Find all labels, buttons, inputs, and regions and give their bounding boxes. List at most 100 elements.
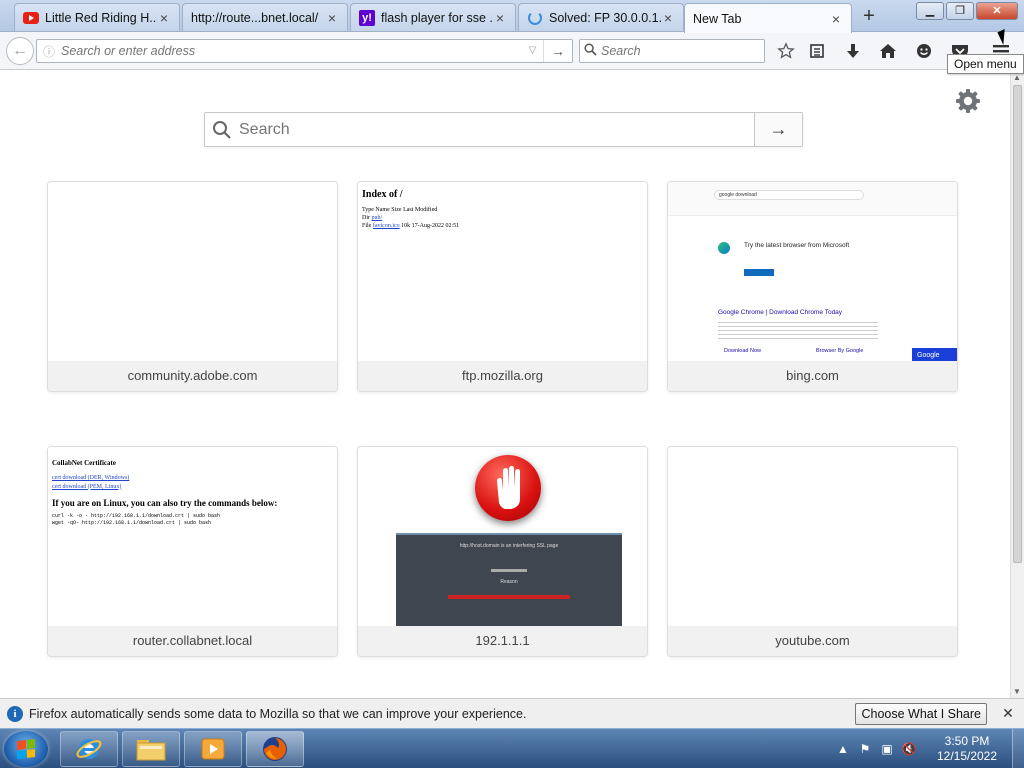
- url-bar[interactable]: ⓘ ▽ →: [36, 39, 573, 63]
- thumb-link: Download Now: [724, 348, 761, 354]
- downloads-icon[interactable]: [842, 40, 864, 62]
- gear-icon[interactable]: [954, 87, 982, 115]
- address-input[interactable]: [61, 44, 522, 58]
- data-reporting-notification: i Firefox automatically sends some data …: [0, 698, 1024, 728]
- tab-strip: Little Red Riding H... × http://route...…: [0, 0, 1024, 33]
- scroll-up-icon[interactable]: ▲: [1013, 73, 1021, 82]
- bookmark-star-icon[interactable]: [775, 40, 797, 62]
- thumb-button: [744, 269, 774, 276]
- clock-date: 12/15/2022: [936, 749, 998, 763]
- top-site-tile[interactable]: google download Try the latest browser f…: [667, 181, 958, 392]
- tile-thumbnail: [668, 447, 957, 628]
- newtab-search-input[interactable]: [239, 120, 754, 139]
- thumb-link: cert download (DER, Windows): [52, 475, 130, 482]
- close-tab-icon[interactable]: ×: [325, 10, 339, 26]
- minimize-icon[interactable]: ▁: [916, 2, 944, 20]
- tab-label: http://route...bnet.local/: [191, 10, 319, 25]
- thumb-row: File favicon.ico 10k 17-Aug-2022 02:51: [362, 222, 460, 229]
- search-icon: [205, 120, 239, 140]
- tile-caption: 192.1.1.1: [358, 626, 647, 656]
- block-message-panel: http://host.domain is an interfering SSL…: [396, 533, 622, 628]
- taskbar-media-player[interactable]: [184, 731, 242, 767]
- window-close-icon[interactable]: ✕: [976, 2, 1018, 20]
- scroll-down-icon[interactable]: ▼: [1013, 687, 1021, 696]
- show-hidden-icons-icon[interactable]: ▲: [835, 741, 851, 757]
- go-arrow-icon[interactable]: →: [544, 43, 572, 59]
- close-notification-icon[interactable]: ✕: [1001, 705, 1015, 722]
- top-site-tile[interactable]: youtube.com: [667, 446, 958, 657]
- info-icon: i: [7, 705, 23, 722]
- top-site-tile[interactable]: http://host.domain is an interfering SSL…: [357, 446, 648, 657]
- vertical-scrollbar[interactable]: ▲ ▼: [1010, 71, 1024, 698]
- windows-taskbar: ▲ ⚑ ▣ 🔇 3:50 PM 12/15/2022: [0, 728, 1024, 768]
- scrollbar-thumb[interactable]: [1013, 85, 1022, 563]
- thumb-heading: CollabNet Certificate: [52, 459, 116, 467]
- tile-thumbnail: google download Try the latest browser f…: [668, 182, 957, 363]
- tab-yahoo-search[interactable]: y! flash player for sse ... ×: [350, 3, 516, 31]
- taskbar-internet-explorer[interactable]: [60, 731, 118, 767]
- youtube-icon: [23, 10, 39, 26]
- tile-thumbnail: Index of / Type Name Size Last Modified …: [358, 182, 647, 363]
- search-icon: [580, 43, 601, 59]
- window-controls: ▁ ❐ ✕: [914, 2, 1018, 20]
- media-player-icon: [201, 738, 225, 760]
- site-info-icon[interactable]: ⓘ: [37, 43, 61, 60]
- search-input[interactable]: [601, 44, 764, 58]
- thumb-link: cert download (PEM, Linux): [52, 483, 122, 490]
- volume-muted-icon[interactable]: 🔇: [901, 741, 917, 757]
- tile-caption: ftp.mozilla.org: [358, 361, 647, 391]
- notification-message: Firefox automatically sends some data to…: [29, 706, 527, 721]
- search-go-arrow-icon[interactable]: →: [754, 113, 802, 146]
- tab-youtube[interactable]: Little Red Riding H... ×: [14, 3, 180, 31]
- top-site-tile[interactable]: community.adobe.com: [47, 181, 338, 392]
- tab-router[interactable]: http://route...bnet.local/ ×: [182, 3, 348, 31]
- stop-hand-icon: [475, 455, 541, 521]
- home-icon[interactable]: [877, 40, 899, 62]
- history-dropdown-icon[interactable]: ▽: [522, 40, 544, 62]
- back-arrow-icon[interactable]: ←: [6, 37, 34, 65]
- top-site-tile[interactable]: Index of / Type Name Size Last Modified …: [357, 181, 648, 392]
- close-tab-icon[interactable]: ×: [157, 10, 171, 26]
- taskbar-firefox[interactable]: [246, 731, 304, 767]
- search-bar[interactable]: [579, 39, 765, 63]
- navigation-toolbar: ← ⓘ ▽ →: [0, 32, 1024, 70]
- restore-icon[interactable]: ❐: [946, 2, 974, 20]
- internet-explorer-icon: [76, 739, 102, 759]
- newtab-search-box[interactable]: →: [204, 112, 803, 147]
- thumb-edge-title: Try the latest browser from Microsoft: [744, 242, 850, 249]
- tab-label: flash player for sse ...: [381, 10, 493, 25]
- system-tray: ▲ ⚑ ▣ 🔇 3:50 PM 12/15/2022: [832, 729, 1024, 768]
- tab-label: New Tab: [693, 11, 742, 26]
- thumb-subheading: If you are on Linux, you can also try th…: [52, 497, 278, 508]
- close-tab-icon[interactable]: ×: [829, 11, 843, 27]
- thumb-query: google download: [714, 190, 864, 200]
- tab-label: Solved: FP 30.0.0.1...: [549, 10, 661, 25]
- tab-solved[interactable]: Solved: FP 30.0.0.1... ×: [518, 3, 684, 31]
- close-tab-icon[interactable]: ×: [661, 10, 675, 26]
- thumb-link: Browser By Google: [816, 348, 864, 354]
- tab-label: Little Red Riding H...: [45, 10, 157, 25]
- new-tab-page: → community.adobe.com Index of / Type Na…: [0, 71, 1010, 698]
- system-clock[interactable]: 3:50 PM 12/15/2022: [928, 734, 1006, 764]
- close-tab-icon[interactable]: ×: [493, 10, 507, 26]
- thumb-header: Type Name Size Last Modified: [362, 207, 438, 213]
- clock-time: 3:50 PM: [944, 734, 990, 748]
- hello-smiley-icon[interactable]: [913, 40, 935, 62]
- bookmarks-list-icon[interactable]: [806, 40, 828, 62]
- new-tab-plus-icon[interactable]: +: [858, 5, 880, 27]
- firefox-icon: [263, 737, 287, 761]
- tile-caption: router.collabnet.local: [48, 626, 337, 656]
- loading-spinner-icon: [527, 10, 543, 26]
- tile-caption: community.adobe.com: [48, 361, 337, 391]
- action-center-flag-icon[interactable]: ⚑: [857, 741, 873, 757]
- start-button[interactable]: [4, 731, 48, 767]
- yahoo-icon: y!: [359, 9, 375, 26]
- show-desktop-button[interactable]: [1012, 729, 1024, 768]
- thumb-command: wget -qO- http://192.168.1.1/download.cr…: [52, 519, 212, 526]
- folder-icon: [136, 740, 166, 761]
- tab-new-tab[interactable]: New Tab ×: [684, 3, 852, 33]
- network-icon[interactable]: ▣: [879, 741, 895, 757]
- taskbar-explorer[interactable]: [122, 731, 180, 767]
- choose-what-i-share-button[interactable]: Choose What I Share: [855, 702, 987, 725]
- top-site-tile[interactable]: CollabNet Certificate cert download (DER…: [47, 446, 338, 657]
